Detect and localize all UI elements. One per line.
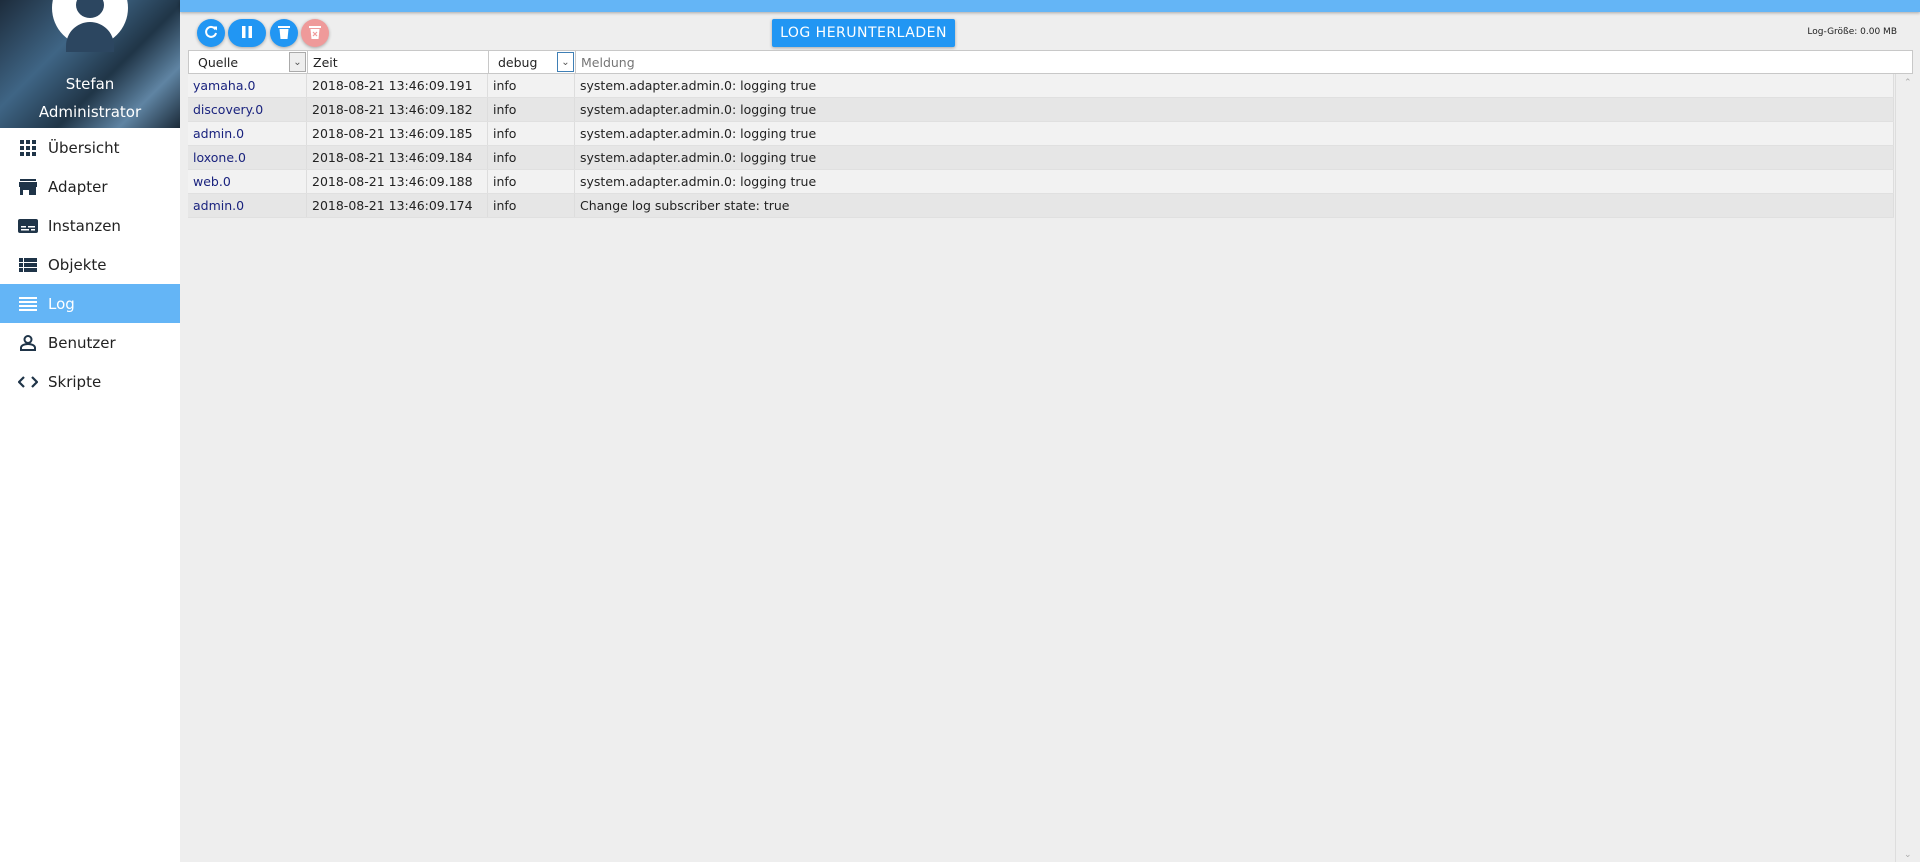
trash-icon bbox=[278, 25, 290, 42]
store-icon bbox=[18, 178, 38, 195]
sidebar-item-log[interactable]: Log bbox=[0, 284, 180, 323]
clear-log-button[interactable] bbox=[270, 19, 298, 47]
scroll-down-icon[interactable]: ⌄ bbox=[1904, 850, 1912, 860]
level-cell: info bbox=[488, 98, 575, 121]
profile-header: Stefan Administrator bbox=[0, 0, 180, 128]
level-cell: info bbox=[488, 74, 575, 97]
time-cell: 2018-08-21 13:46:09.185 bbox=[307, 122, 488, 145]
time-cell: 2018-08-21 13:46:09.184 bbox=[307, 146, 488, 169]
message-cell: system.adapter.admin.0: logging true bbox=[575, 170, 1894, 193]
log-size: Log-Größe: 0.00 MB bbox=[1807, 27, 1897, 37]
sidebar-item-label: Skripte bbox=[48, 372, 102, 391]
person-icon bbox=[18, 334, 38, 351]
sidebar-item-label: Benutzer bbox=[48, 333, 116, 352]
message-cell: system.adapter.admin.0: logging true bbox=[575, 98, 1894, 121]
table-row: yamaha.0 2018-08-21 13:46:09.191 info syste… bbox=[188, 74, 1894, 98]
sidebar-item-label: Instanzen bbox=[48, 216, 121, 235]
message-cell: Change log subscriber state: true bbox=[575, 194, 1894, 217]
source-cell: loxone.0 bbox=[188, 146, 307, 169]
level-cell: info bbox=[488, 122, 575, 145]
code-icon bbox=[18, 374, 38, 390]
level-cell: info bbox=[488, 194, 575, 217]
top-bar bbox=[180, 0, 1920, 12]
subtitles-icon bbox=[18, 218, 38, 234]
pause-button[interactable] bbox=[228, 19, 266, 47]
sidebar-item-benutzer[interactable]: Benutzer bbox=[0, 323, 180, 362]
grid-icon bbox=[18, 139, 38, 156]
message-filter-input[interactable] bbox=[576, 51, 1912, 73]
time-cell: 2018-08-21 13:46:09.191 bbox=[307, 74, 488, 97]
time-column-header: Zeit bbox=[308, 51, 489, 73]
source-filter-label: Quelle bbox=[198, 54, 239, 70]
download-log-button[interactable]: LOG HERUNTERLADEN bbox=[772, 19, 955, 47]
level-filter-value: debug bbox=[498, 54, 538, 70]
table-row: web.0 2018-08-21 13:46:09.188 info system.a… bbox=[188, 170, 1894, 194]
trash-x-icon bbox=[309, 25, 321, 42]
sidebar-item-instanzen[interactable]: Instanzen bbox=[0, 206, 180, 245]
sidebar-item-adapter[interactable]: Adapter bbox=[0, 167, 180, 206]
message-cell: system.adapter.admin.0: logging true bbox=[575, 74, 1894, 97]
time-cell: 2018-08-21 13:46:09.188 bbox=[307, 170, 488, 193]
table-row: admin.0 2018-08-21 13:46:09.174 info Change… bbox=[188, 194, 1894, 218]
refresh-icon bbox=[204, 25, 218, 42]
sidebar-item-objekte[interactable]: Objekte bbox=[0, 245, 180, 284]
source-cell: discovery.0 bbox=[188, 98, 307, 121]
list-icon bbox=[18, 257, 38, 273]
scroll-up-icon[interactable]: ⌃ bbox=[1904, 78, 1912, 88]
sidebar-item-label: Übersicht bbox=[48, 138, 120, 157]
sidebar-item-uebersicht[interactable]: Übersicht bbox=[0, 128, 180, 167]
user-name: Stefan bbox=[65, 75, 115, 93]
message-cell: system.adapter.admin.0: logging true bbox=[575, 146, 1894, 169]
sidebar: Stefan Administrator Übersicht Adapter I… bbox=[0, 0, 180, 862]
table-row: admin.0 2018-08-21 13:46:09.185 info system… bbox=[188, 122, 1894, 146]
source-cell: yamaha.0 bbox=[188, 74, 307, 97]
filter-header: Quelle ⌄ Zeit debug ⌄ bbox=[188, 50, 1913, 74]
user-role: Administrator bbox=[38, 103, 142, 121]
chevron-down-icon[interactable]: ⌄ bbox=[289, 52, 306, 72]
delete-log-button[interactable] bbox=[301, 19, 329, 47]
level-cell: info bbox=[488, 170, 575, 193]
level-filter[interactable]: debug ⌄ bbox=[489, 51, 576, 73]
level-cell: info bbox=[488, 146, 575, 169]
avatar bbox=[52, 0, 128, 52]
time-cell: 2018-08-21 13:46:09.174 bbox=[307, 194, 488, 217]
table-row: discovery.0 2018-08-21 13:46:09.182 info sy… bbox=[188, 98, 1894, 122]
pause-icon bbox=[241, 25, 253, 41]
lines-icon bbox=[18, 296, 38, 312]
scrollbar[interactable]: ⌃ ⌄ bbox=[1895, 74, 1920, 862]
chevron-down-icon[interactable]: ⌄ bbox=[557, 52, 574, 72]
source-cell: web.0 bbox=[188, 170, 307, 193]
log-table: yamaha.0 2018-08-21 13:46:09.191 info syste… bbox=[188, 74, 1894, 218]
source-cell: admin.0 bbox=[188, 194, 307, 217]
time-cell: 2018-08-21 13:46:09.182 bbox=[307, 98, 488, 121]
refresh-button[interactable] bbox=[197, 19, 225, 47]
source-cell: admin.0 bbox=[188, 122, 307, 145]
source-filter[interactable]: Quelle ⌄ bbox=[189, 51, 308, 73]
sidebar-item-label: Log bbox=[48, 294, 75, 313]
sidebar-item-label: Adapter bbox=[48, 177, 108, 196]
message-cell: system.adapter.admin.0: logging true bbox=[575, 122, 1894, 145]
table-row: loxone.0 2018-08-21 13:46:09.184 info syste… bbox=[188, 146, 1894, 170]
sidebar-item-skripte[interactable]: Skripte bbox=[0, 362, 180, 401]
sidebar-item-label: Objekte bbox=[48, 255, 107, 274]
